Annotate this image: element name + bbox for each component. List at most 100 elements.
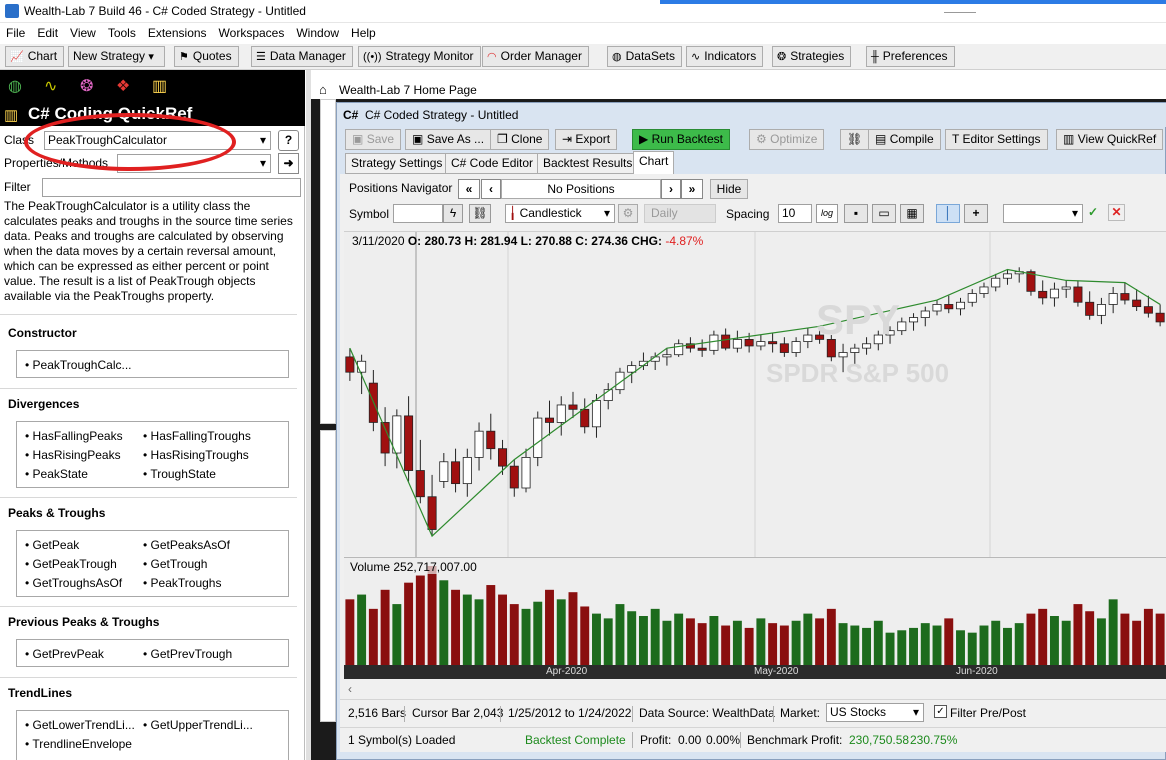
member-link[interactable]: • HasFallingTroughs bbox=[143, 429, 251, 443]
books-icon[interactable]: ▥ bbox=[152, 76, 167, 96]
member-link[interactable]: • HasFallingPeaks bbox=[25, 429, 123, 443]
order-manager-button[interactable]: ◠ Order Manager bbox=[482, 46, 589, 67]
member-link[interactable]: • PeakTroughCalc... bbox=[25, 358, 131, 372]
member-link[interactable]: • GetPeaksAsOf bbox=[143, 538, 230, 552]
run-backtest-button[interactable]: ▶ Run Backtest bbox=[632, 129, 730, 150]
view-quickref-button[interactable]: ▥ View QuickRef bbox=[1056, 129, 1164, 150]
chart-scrollbar[interactable]: ‹ bbox=[344, 680, 1166, 698]
menu-edit[interactable]: Edit bbox=[31, 23, 64, 40]
save-button[interactable]: ▣ Save bbox=[345, 129, 402, 150]
member-link[interactable]: • GetTrough bbox=[143, 557, 207, 571]
quotes-button[interactable]: ⚑ Quotes bbox=[174, 46, 239, 67]
price-chart-pane[interactable]: SPY SPDR S&P 500 3/11/2020 O: 280.73 H: … bbox=[344, 231, 1166, 557]
member-link[interactable]: • PeakTroughs bbox=[143, 576, 221, 590]
datasets-button[interactable]: ◍ DataSets bbox=[607, 46, 682, 67]
wave-icon[interactable]: ∿ bbox=[44, 76, 57, 96]
preferences-button[interactable]: ╫ Preferences bbox=[866, 46, 955, 67]
scale-select[interactable]: Daily bbox=[644, 204, 716, 223]
next-position-icon[interactable]: › bbox=[661, 179, 681, 199]
candle-body bbox=[439, 461, 449, 482]
chart-style-select[interactable]: ╽ Candlestick ▾ bbox=[505, 204, 615, 223]
volume-bar bbox=[615, 604, 625, 666]
brain-icon[interactable]: ❂ bbox=[80, 76, 93, 96]
globe-icon[interactable]: ◍ bbox=[8, 76, 22, 96]
volume-pane[interactable]: Volume 252,717,007.00 bbox=[344, 557, 1166, 666]
data-manager-button[interactable]: ☰ Data Manager bbox=[251, 46, 353, 67]
save-as-button[interactable]: ▣ Save As ... bbox=[405, 129, 492, 150]
camera-icon[interactable]: ▪ bbox=[844, 204, 868, 223]
gear-icon[interactable]: ⚙ bbox=[618, 204, 638, 223]
clone-button[interactable]: ❐ Clone bbox=[490, 129, 550, 150]
calendar-icon[interactable]: ▦ bbox=[900, 204, 924, 223]
cubes-icon[interactable]: ❖ bbox=[116, 76, 130, 96]
member-link[interactable]: • GetPeak bbox=[25, 538, 79, 552]
last-position-icon[interactable]: » bbox=[681, 179, 703, 199]
member-link[interactable]: • PeakState bbox=[25, 467, 88, 481]
member-link[interactable]: • GetTroughsAsOf bbox=[25, 576, 122, 590]
menu-file[interactable]: File bbox=[0, 23, 31, 40]
chart-button[interactable]: 📈 Chart bbox=[5, 46, 65, 67]
new-strategy-button[interactable]: New Strategy ▾ bbox=[68, 46, 165, 67]
check-icon[interactable]: ✓ bbox=[1088, 205, 1098, 219]
link-icon[interactable]: ⛓ bbox=[469, 204, 491, 223]
strategy-monitor-button[interactable]: ((•)) Strategy Monitor bbox=[358, 46, 481, 67]
member-link[interactable]: • GetUpperTrendLi... bbox=[143, 718, 253, 732]
filter-input[interactable] bbox=[42, 178, 301, 197]
menu-window[interactable]: Window bbox=[290, 23, 345, 40]
arrow-right-icon[interactable]: ➜ bbox=[278, 153, 299, 174]
first-position-icon[interactable]: « bbox=[458, 179, 480, 199]
previous-box: • GetPrevPeak • GetPrevTrough bbox=[16, 639, 289, 667]
database-icon: ☰ bbox=[256, 51, 266, 63]
lightning-icon[interactable]: ϟ bbox=[443, 204, 463, 223]
member-link[interactable]: • GetPrevPeak bbox=[25, 647, 104, 661]
market-select[interactable]: US Stocks ▾ bbox=[826, 703, 924, 722]
menu-workspaces[interactable]: Workspaces bbox=[213, 23, 291, 40]
tab-backtest-results[interactable]: Backtest Results bbox=[537, 153, 639, 174]
editor-settings-button[interactable]: T Editor Settings bbox=[945, 129, 1048, 150]
menu-tools[interactable]: Tools bbox=[102, 23, 142, 40]
member-link[interactable]: • HasRisingTroughs bbox=[143, 448, 249, 462]
menu-view[interactable]: View bbox=[64, 23, 102, 40]
link-button[interactable]: ⛓ bbox=[840, 129, 870, 150]
drawing-select[interactable]: ▾ bbox=[1003, 204, 1083, 223]
crosshair-icon[interactable]: + bbox=[964, 204, 988, 223]
compile-button[interactable]: ▤ Compile bbox=[868, 129, 941, 150]
indicators-button[interactable]: ∿ Indicators bbox=[686, 46, 764, 67]
close-icon[interactable]: ✕ bbox=[1108, 204, 1125, 221]
clone-icon: ❐ bbox=[497, 132, 508, 146]
log-scale-button[interactable]: log bbox=[816, 204, 838, 223]
tab-chart[interactable]: Chart bbox=[633, 151, 675, 175]
optimize-button[interactable]: ⚙ Optimize bbox=[749, 129, 825, 150]
volume-bar bbox=[521, 608, 531, 666]
member-link[interactable]: • HasRisingPeaks bbox=[25, 448, 121, 462]
menu-help[interactable]: Help bbox=[345, 23, 382, 40]
tab-strategy-settings[interactable]: Strategy Settings bbox=[345, 153, 449, 174]
home-page-tab[interactable]: ⌂ Wealth-Lab 7 Home Page bbox=[311, 80, 1166, 99]
filter-label: Filter bbox=[4, 180, 31, 194]
candle-body bbox=[721, 334, 731, 349]
prev-position-icon[interactable]: ‹ bbox=[481, 179, 501, 199]
save-icon: ▣ bbox=[412, 132, 424, 146]
spacing-stepper[interactable]: 10 bbox=[778, 204, 812, 223]
candle-body bbox=[979, 286, 989, 294]
minimize-icon[interactable] bbox=[944, 3, 976, 13]
chevron-left-icon[interactable]: ‹ bbox=[348, 682, 352, 696]
candle-body bbox=[451, 461, 461, 485]
menu-extensions[interactable]: Extensions bbox=[142, 23, 213, 40]
member-link[interactable]: • TrendlineEnvelope bbox=[25, 737, 132, 751]
tab-code-editor[interactable]: C# Code Editor bbox=[445, 153, 540, 174]
volume-bar bbox=[850, 625, 860, 666]
member-link[interactable]: • GetPrevTrough bbox=[143, 647, 232, 661]
symbol-input[interactable] bbox=[393, 204, 443, 223]
panel-icon[interactable]: ▭ bbox=[872, 204, 896, 223]
help-icon[interactable]: ? bbox=[278, 130, 299, 151]
export-button[interactable]: ⇥ Export bbox=[555, 129, 618, 150]
member-link[interactable]: • GetLowerTrendLi... bbox=[25, 718, 135, 732]
member-link[interactable]: • GetPeakTrough bbox=[25, 557, 117, 571]
hide-button[interactable]: Hide bbox=[710, 179, 748, 199]
chart-icon: 📈 bbox=[10, 51, 24, 63]
member-link[interactable]: • TroughState bbox=[143, 467, 216, 481]
cursor-line-icon[interactable]: │ bbox=[936, 204, 960, 223]
strategies-button[interactable]: ❂ Strategies bbox=[772, 46, 852, 67]
filter-checkbox[interactable]: ✓ bbox=[934, 705, 947, 718]
